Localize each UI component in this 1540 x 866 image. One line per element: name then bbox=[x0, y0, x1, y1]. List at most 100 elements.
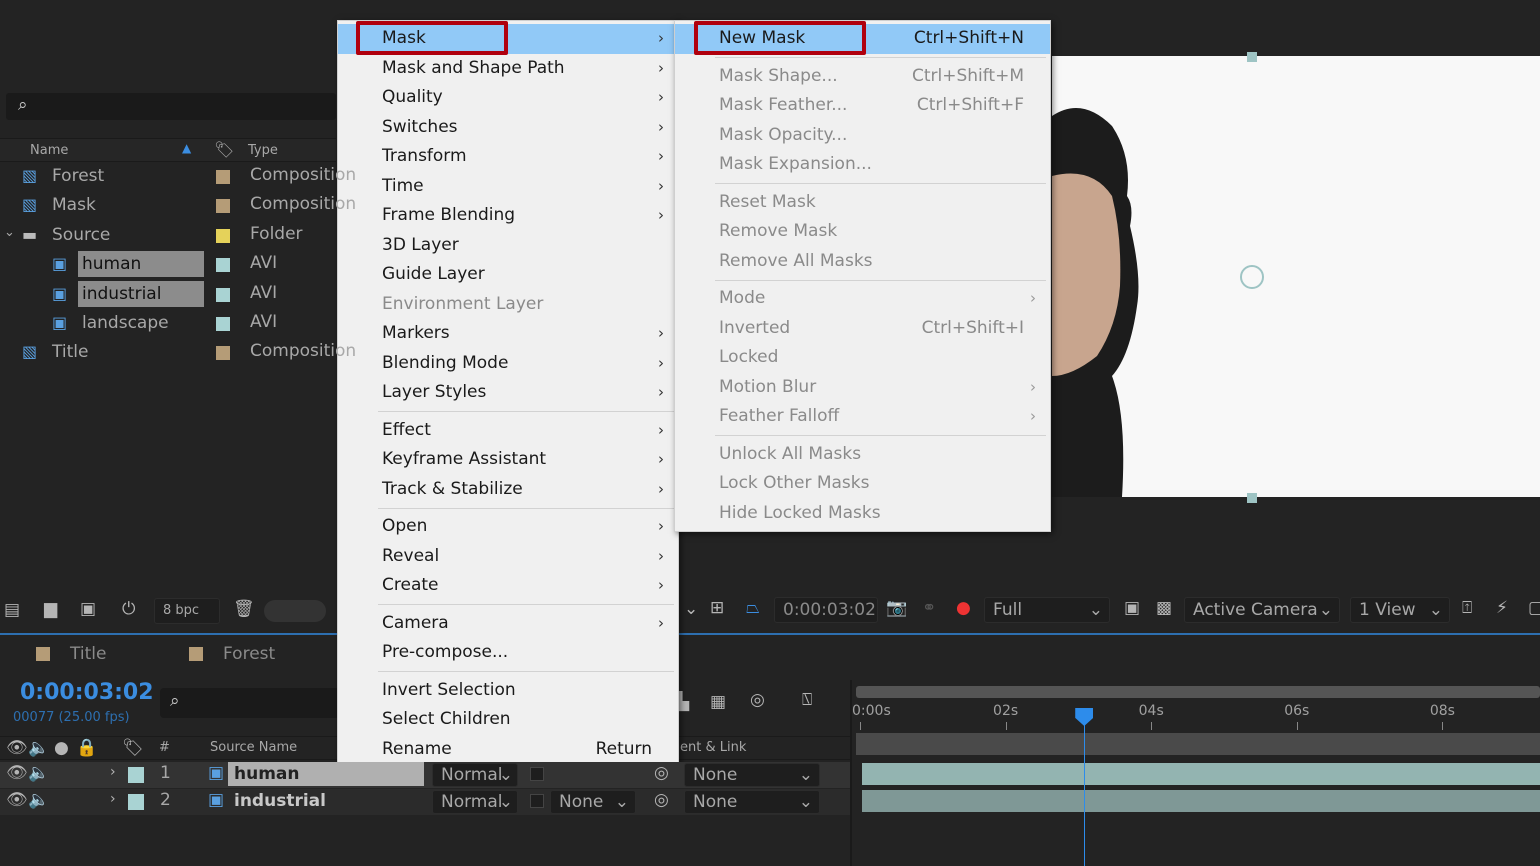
anchor-point-icon[interactable] bbox=[1240, 265, 1264, 289]
new-folder-icon[interactable]: ▆ bbox=[44, 599, 57, 619]
label-color[interactable] bbox=[216, 317, 230, 331]
menu-item-reveal[interactable]: Reveal › bbox=[338, 542, 678, 572]
menu-item-blending-mode[interactable]: Blending Mode › bbox=[338, 349, 678, 379]
menu-item-effect[interactable]: Effect › bbox=[338, 416, 678, 446]
menu-item-quality[interactable]: Quality › bbox=[338, 83, 678, 113]
tab-forest[interactable]: Forest bbox=[223, 644, 275, 664]
column-type[interactable]: Type bbox=[248, 143, 278, 158]
toggle-mask-visibility-icon[interactable]: ⏢ bbox=[746, 598, 760, 618]
eye-icon[interactable]: 👁 bbox=[6, 738, 28, 758]
pick-whip-icon[interactable]: ◎ bbox=[654, 790, 669, 810]
audio-icon[interactable]: 🔈 bbox=[28, 738, 49, 758]
trash-icon[interactable]: 🗑 bbox=[233, 599, 255, 619]
menu-item-pre-compose[interactable]: Pre-compose... bbox=[338, 638, 678, 668]
track-matte-select[interactable]: None ⌄ bbox=[550, 790, 636, 814]
sort-ascending-icon[interactable]: ▲ bbox=[182, 141, 191, 155]
scroll-thumb[interactable] bbox=[264, 600, 326, 622]
channel-icon[interactable]: ● bbox=[956, 598, 971, 618]
label-color[interactable] bbox=[128, 794, 144, 810]
layer-name[interactable]: industrial bbox=[228, 789, 326, 813]
toggle-grid-icon[interactable]: ⊞ bbox=[710, 598, 724, 618]
project-search-input[interactable]: ⌕ bbox=[6, 93, 336, 120]
project-item[interactable]: ▧ Title Composition bbox=[0, 339, 356, 368]
menu-item-rename[interactable]: Rename Return bbox=[338, 735, 678, 765]
viewer-timecode[interactable]: 0:00:03:02 bbox=[774, 597, 878, 623]
menu-item-camera[interactable]: Camera › bbox=[338, 609, 678, 639]
graph-editor-icon[interactable]: ⍂ bbox=[802, 690, 812, 710]
project-item[interactable]: ▣ industrial AVI bbox=[0, 280, 336, 310]
fast-preview-icon[interactable]: ⚡ bbox=[1496, 598, 1508, 618]
layer-name[interactable]: human bbox=[228, 762, 424, 786]
menu-item-invert-selection[interactable]: Invert Selection bbox=[338, 676, 678, 706]
menu-item-layer-styles[interactable]: Layer Styles › bbox=[338, 378, 678, 408]
pick-whip-icon[interactable]: ◎ bbox=[654, 763, 669, 783]
timeline-timecode[interactable]: 0:00:03:02 bbox=[20, 680, 154, 705]
mode-select[interactable]: Normal ⌄ bbox=[432, 763, 518, 787]
layer-row[interactable]: 👁 🔈 › 2 ▣ industrial Normal ⌄ None ⌄ ◎ None ⌄ bbox=[0, 789, 850, 815]
column-source-name[interactable]: Source Name bbox=[210, 740, 297, 755]
solo-icon[interactable]: ● bbox=[54, 738, 69, 758]
audio-icon[interactable]: 🔈 bbox=[28, 763, 49, 783]
camera-select[interactable]: Active Camera ⌄ bbox=[1184, 597, 1340, 623]
menu-item-track-stabilize[interactable]: Track & Stabilize › bbox=[338, 475, 678, 505]
label-color[interactable] bbox=[128, 767, 144, 783]
menu-item-3d-layer[interactable]: 3D Layer bbox=[338, 231, 678, 261]
column-name[interactable]: Name bbox=[30, 143, 68, 158]
work-area-bar[interactable] bbox=[856, 686, 1540, 698]
view-layout-select[interactable]: 1 View ⌄ bbox=[1350, 597, 1450, 623]
column-parent[interactable]: ent & Link bbox=[680, 740, 746, 755]
label-color[interactable] bbox=[216, 287, 230, 302]
layer-handle[interactable] bbox=[1247, 493, 1257, 503]
menu-item-markers[interactable]: Markers › bbox=[338, 319, 678, 349]
layer-bar-human[interactable] bbox=[862, 763, 1540, 785]
project-item[interactable]: ▧ Mask Composition bbox=[0, 192, 356, 221]
menu-item-frame-blending[interactable]: Frame Blending › bbox=[338, 201, 678, 231]
menu-item-time[interactable]: Time › bbox=[338, 172, 678, 202]
resolution-select[interactable]: Full ⌄ bbox=[984, 597, 1110, 623]
label-color[interactable] bbox=[216, 346, 230, 361]
menu-item-mask-and-shape-path[interactable]: Mask and Shape Path › bbox=[338, 54, 678, 84]
label-tag-icon[interactable]: 🏷 bbox=[214, 140, 234, 159]
frame-blending-icon[interactable]: ▦ bbox=[710, 692, 726, 712]
menu-item-select-children[interactable]: Select Children bbox=[338, 705, 678, 735]
time-navigator[interactable] bbox=[856, 733, 1540, 755]
composition-canvas[interactable] bbox=[1052, 56, 1540, 497]
new-composition-icon[interactable]: ▣ bbox=[80, 599, 96, 619]
expand-chevron-icon[interactable]: › bbox=[110, 791, 116, 807]
show-snapshot-icon[interactable]: ⚭ bbox=[922, 598, 936, 618]
preserve-transparency-checkbox[interactable] bbox=[530, 794, 544, 808]
project-item[interactable]: ⌄ ▬ Source Folder bbox=[0, 222, 336, 251]
label-color[interactable] bbox=[216, 258, 230, 273]
expand-chevron-icon[interactable]: › bbox=[110, 764, 116, 780]
eye-icon[interactable]: 👁 bbox=[6, 790, 28, 810]
region-of-interest-icon[interactable]: ▣ bbox=[1124, 598, 1140, 618]
timeline-icon[interactable]: ▢ bbox=[1528, 598, 1540, 618]
audio-icon[interactable]: 🔈 bbox=[28, 790, 49, 810]
menu-item-guide-layer[interactable]: Guide Layer bbox=[338, 260, 678, 290]
timeline-search-input[interactable]: ⌕ bbox=[160, 688, 340, 718]
label-color[interactable] bbox=[216, 170, 230, 184]
snapshot-icon[interactable]: 📷 bbox=[886, 598, 907, 618]
menu-item-create[interactable]: Create › bbox=[338, 571, 678, 601]
tab-title[interactable]: Title bbox=[70, 644, 106, 664]
render-settings-icon[interactable]: ⏻ bbox=[122, 599, 135, 619]
eye-icon[interactable]: 👁 bbox=[6, 763, 28, 783]
preserve-transparency-checkbox[interactable] bbox=[530, 767, 544, 781]
layer-row[interactable]: 👁 🔈 › 1 ▣ human Normal ⌄ ◎ None ⌄ bbox=[0, 762, 850, 788]
label-color[interactable] bbox=[216, 228, 230, 243]
parent-select[interactable]: None ⌄ bbox=[684, 790, 820, 814]
menu-item-switches[interactable]: Switches › bbox=[338, 113, 678, 143]
project-item[interactable]: ▧ Forest Composition bbox=[0, 163, 356, 192]
motion-blur-icon[interactable]: ◎ bbox=[750, 690, 765, 710]
menu-item-transform[interactable]: Transform › bbox=[338, 142, 678, 172]
layer-bar-industrial[interactable] bbox=[862, 790, 1540, 812]
menu-item-open[interactable]: Open › bbox=[338, 512, 678, 542]
layer-handle[interactable] bbox=[1247, 52, 1257, 62]
project-item[interactable]: ▣ human AVI bbox=[0, 251, 336, 280]
mode-select[interactable]: Normal ⌄ bbox=[432, 790, 518, 814]
menu-item-keyframe-assistant[interactable]: Keyframe Assistant › bbox=[338, 445, 678, 475]
bpc-button[interactable]: 8 bpc bbox=[154, 598, 220, 624]
chevron-down-icon[interactable]: ⌄ bbox=[4, 225, 15, 240]
chevron-down-icon[interactable]: ⌄ bbox=[684, 599, 698, 619]
parent-select[interactable]: None ⌄ bbox=[684, 763, 820, 787]
